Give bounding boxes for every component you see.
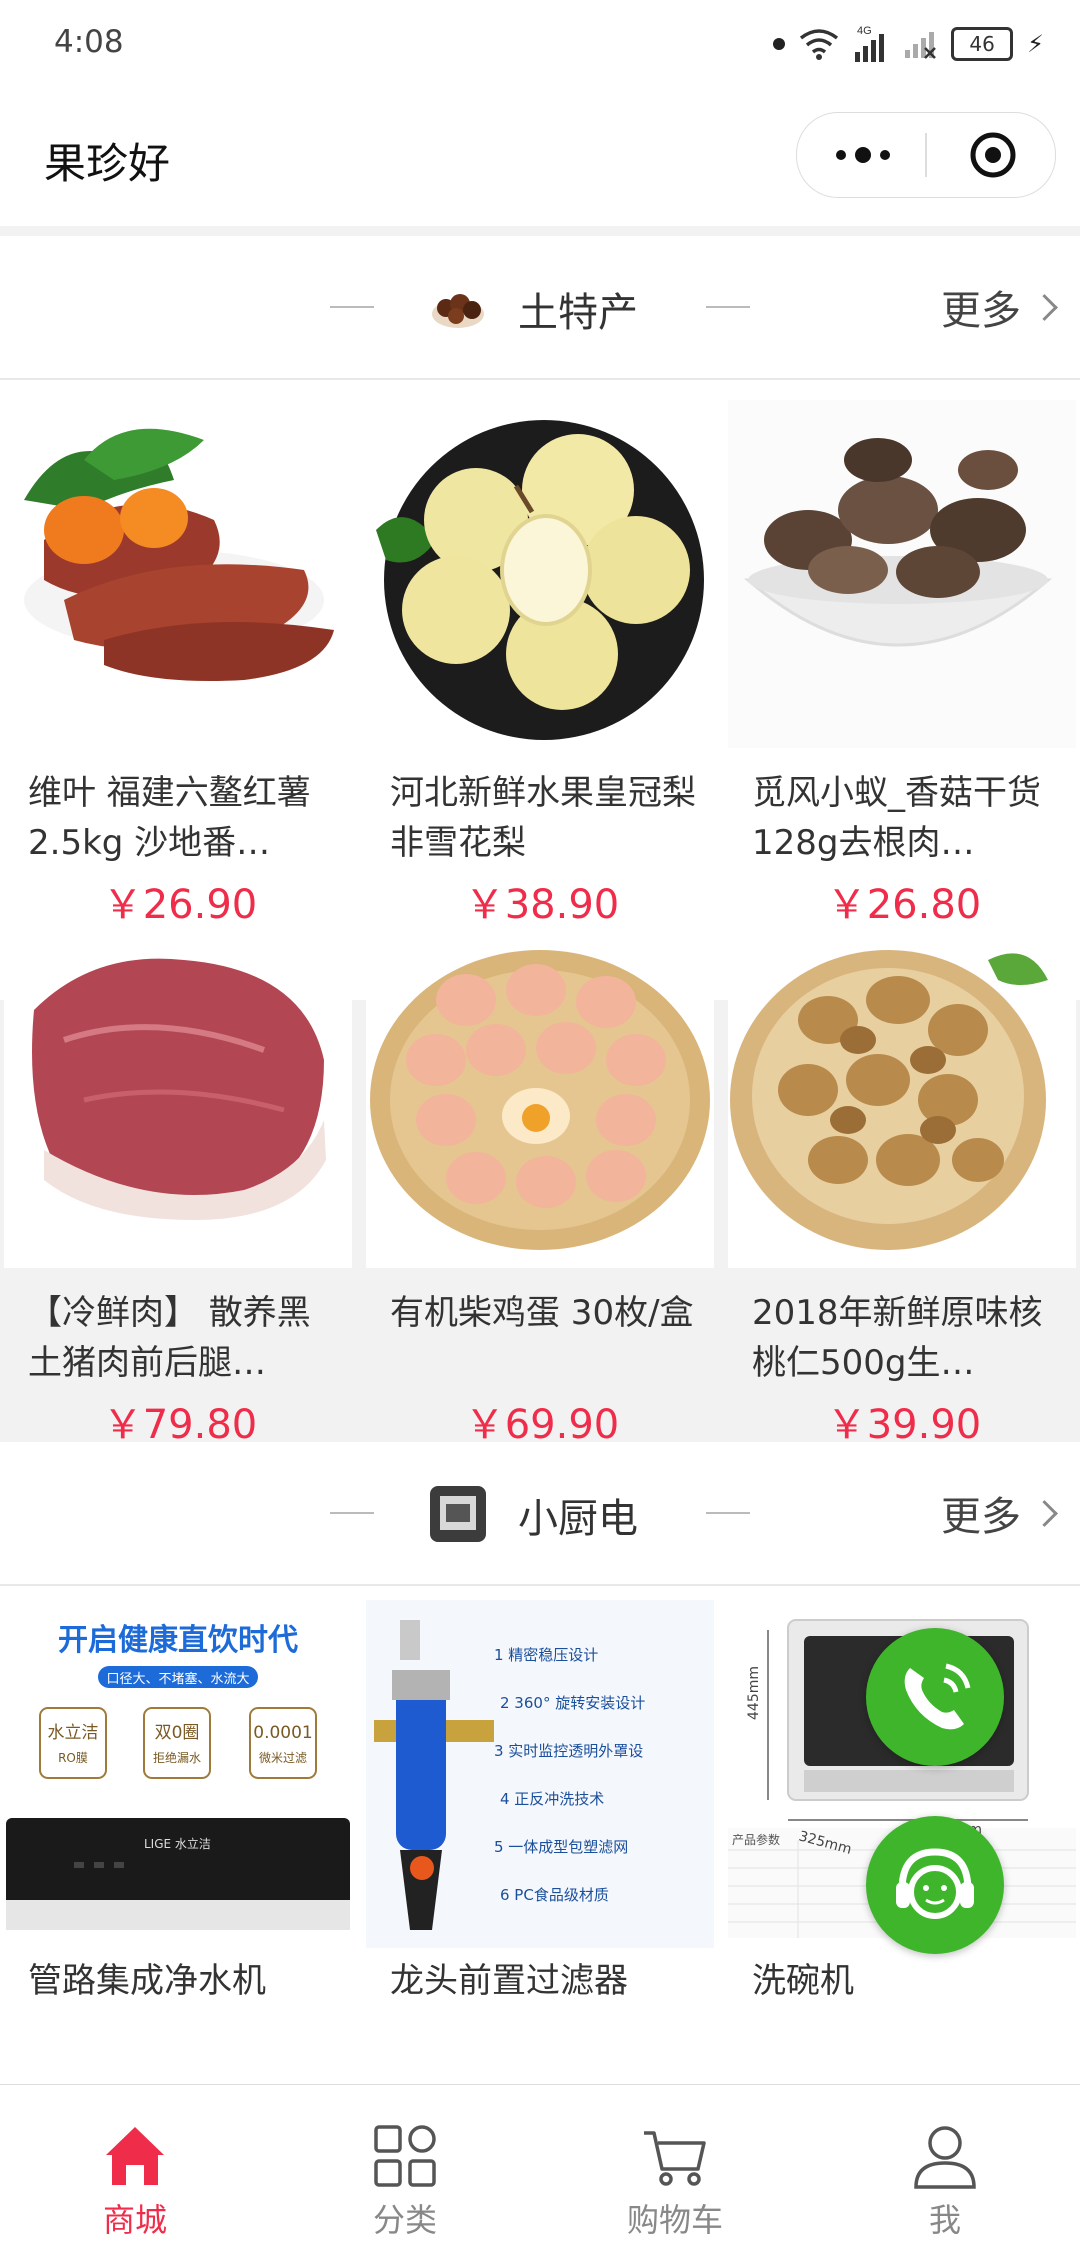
bottom-tab-bar: 商城 分类 购物车 我 <box>0 2084 1080 2247</box>
tab-label: 商城 <box>102 2201 167 2239</box>
promo-badge-text: 水立洁 <box>48 1723 99 1743</box>
pears-image <box>366 400 714 748</box>
product-name: 2018年新鲜原味核桃仁500g生… <box>752 1293 1043 1383</box>
menu-capsule <box>796 112 1056 198</box>
cart-icon <box>644 2131 706 2186</box>
tab-me[interactable]: 我 <box>810 2085 1080 2247</box>
faucet-filter-image: 1 精密稳压设计 2 360° 旋转安装设计 3 实时监控透明外罩设 4 正反冲洗技术… <box>366 1600 714 1948</box>
feature-text: 6 PC食品级材质 <box>500 1886 609 1904</box>
appliance-icon <box>430 1486 486 1542</box>
tab-label: 我 <box>928 2201 961 2239</box>
chevron-right-icon <box>1031 1499 1058 1527</box>
feature-text: 2 360° 旋转安装设计 <box>500 1694 645 1712</box>
spec-title: 产品参数 <box>732 1832 780 1847</box>
chevron-right-icon <box>1031 293 1058 321</box>
promo-badge-text: 拒绝漏水 <box>153 1750 201 1765</box>
user-icon <box>914 2126 976 2189</box>
signal-4g-icon: 4G <box>855 25 885 62</box>
app-header: 果珍好 <box>0 90 1080 226</box>
promo-badge-text: 双0圈 <box>155 1723 200 1743</box>
more-link[interactable]: 更多 <box>941 1484 1058 1542</box>
tab-category[interactable]: 分类 <box>270 2085 540 2247</box>
more-label: 更多 <box>941 1494 1021 1540</box>
product-name: 管路集成净水机 <box>28 1961 266 2001</box>
product-name: 龙头前置过滤器 <box>390 1961 628 2001</box>
status-icons: 4G 46 ⚡ <box>773 24 1044 64</box>
walnuts-image <box>728 920 1076 1268</box>
feature-text: 4 正反冲洗技术 <box>500 1790 604 1808</box>
customer-service-icon <box>896 1848 974 1919</box>
feature-text: 1 精密稳压设计 <box>494 1646 598 1664</box>
section-title: 土特产 <box>518 290 638 336</box>
product-name: 洗碗机 <box>752 1961 854 2001</box>
product-price: ￥1380.00 <box>362 2070 722 2084</box>
header-line-left <box>330 1512 374 1514</box>
promo-badge-text: RO膜 <box>58 1751 88 1765</box>
more-options-icon[interactable] <box>833 143 893 167</box>
category-icon <box>374 2125 436 2187</box>
product-name: 【冷鲜肉】 散养黑土猪肉前后腿… <box>28 1293 311 1383</box>
promo-sub: 口径大、不堵塞、水流大 <box>106 1671 249 1687</box>
header-line-right <box>706 306 750 308</box>
close-target-icon[interactable] <box>969 131 1017 179</box>
header-line-right <box>706 1512 750 1514</box>
promo-headline: 开启健康直饮时代 <box>58 1623 298 1658</box>
product-name: 河北新鲜水果皇冠梨非雪花梨 <box>390 773 696 863</box>
more-link[interactable]: 更多 <box>941 278 1058 336</box>
signal-empty-icon <box>905 32 937 59</box>
phone-icon <box>904 1663 971 1730</box>
section-header: 土特产 更多 <box>0 236 1080 380</box>
feature-text: 5 一体成型包塑滤网 <box>494 1838 628 1856</box>
status-bar: 4:08 4G 46 ⚡ <box>0 0 1080 90</box>
section-title: 小厨电 <box>518 1496 638 1542</box>
customer-service-button[interactable] <box>866 1816 1004 1954</box>
promo-badge-text: 0.0001 <box>253 1723 312 1743</box>
tab-home[interactable]: 商城 <box>0 2085 270 2247</box>
sweet-potato-image <box>4 400 352 748</box>
water-purifier-image: 开启健康直饮时代 口径大、不堵塞、水流大 LIGE 水立洁 水立洁 RO膜 双0圈拒… <box>4 1600 352 1948</box>
product-name: 觅风小蚁_香菇干货128g去根肉… <box>752 773 1041 863</box>
section-local-specialties: 土特产 更多 维叶 福建六鳌红薯2.5kg 沙地番… ￥26.90 河北新鲜水果… <box>0 236 1080 1448</box>
tab-label: 分类 <box>372 2201 437 2239</box>
capsule-divider <box>925 133 927 177</box>
promo-badge-text: 微米过滤 <box>259 1751 307 1765</box>
mushrooms-image <box>728 400 1076 748</box>
header-line-left <box>330 306 374 308</box>
section-header: 小厨电 更多 <box>0 1442 1080 1586</box>
tab-label: 购物车 <box>626 2201 723 2239</box>
page-title: 果珍好 <box>44 139 171 188</box>
wifi-icon <box>800 29 839 60</box>
call-button[interactable] <box>866 1628 1004 1766</box>
status-time: 4:08 <box>54 24 124 60</box>
chestnut-icon <box>430 280 486 336</box>
notification-dot-icon <box>773 38 786 50</box>
tab-cart[interactable]: 购物车 <box>540 2085 810 2247</box>
charging-icon: ⚡ <box>1027 30 1044 58</box>
product-price: ￥3980.00 <box>0 2070 360 2084</box>
more-label: 更多 <box>941 288 1021 334</box>
promo-brand: LIGE 水立洁 <box>144 1836 211 1851</box>
svg-text:4G: 4G <box>857 25 872 37</box>
product-name: 有机柴鸡蛋 30枚/盒 <box>390 1293 694 1333</box>
home-icon <box>106 2127 164 2185</box>
pork-image <box>4 920 352 1268</box>
product-name: 维叶 福建六鳌红薯2.5kg 沙地番… <box>28 773 311 863</box>
feature-text: 3 实时监控透明外罩设 <box>494 1742 643 1760</box>
product-price: ￥1850.00 <box>724 2070 1080 2084</box>
battery-icon: 46 <box>951 27 1014 61</box>
dimension-label: 445mm <box>746 1666 762 1720</box>
eggs-image <box>366 920 714 1268</box>
